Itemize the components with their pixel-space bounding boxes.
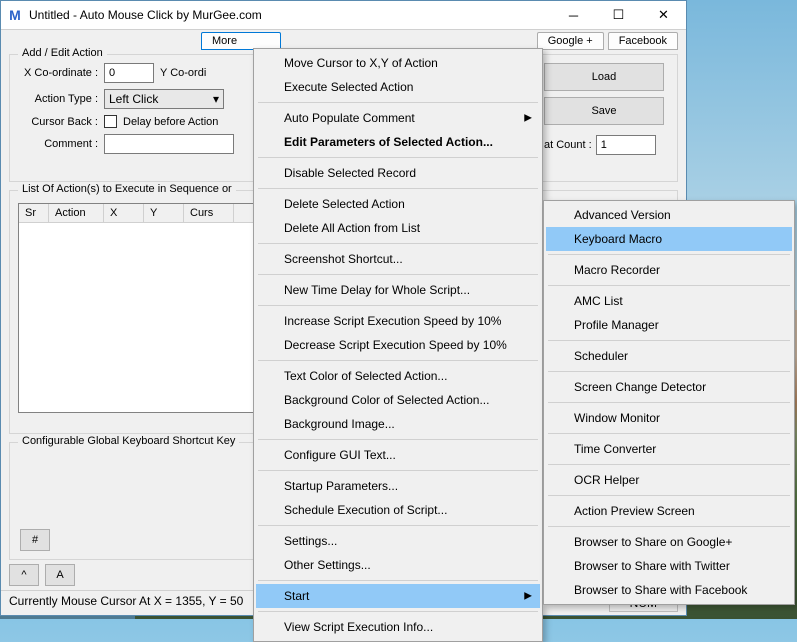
x-coord-input[interactable] (104, 63, 154, 83)
menu-separator (258, 470, 538, 471)
window-title: Untitled - Auto Mouse Click by MurGee.co… (29, 8, 551, 22)
col-sr[interactable]: Sr (19, 204, 49, 222)
status-text: Currently Mouse Cursor At X = 1355, Y = … (9, 594, 243, 612)
titlebar[interactable]: M Untitled - Auto Mouse Click by MurGee.… (1, 1, 686, 30)
start-submenu-item[interactable]: Browser to Share with Facebook (546, 578, 792, 602)
start-submenu-item[interactable]: Screen Change Detector (546, 375, 792, 399)
close-button[interactable]: ✕ (641, 1, 686, 29)
start-submenu-item[interactable]: Profile Manager (546, 313, 792, 337)
shortcut-legend: Configurable Global Keyboard Shortcut Ke… (18, 435, 239, 447)
main-menu-item[interactable]: Delete All Action from List (256, 216, 540, 240)
start-submenu-item[interactable]: OCR Helper (546, 468, 792, 492)
menu-separator (258, 188, 538, 189)
main-menu-item[interactable]: Configure GUI Text... (256, 443, 540, 467)
save-button[interactable]: Save (544, 97, 664, 125)
menu-separator (258, 305, 538, 306)
menu-separator (258, 611, 538, 612)
app-icon: M (7, 7, 23, 23)
main-menu-item[interactable]: Increase Script Execution Speed by 10% (256, 309, 540, 333)
submenu-arrow-icon: ▶ (524, 113, 532, 124)
col-y[interactable]: Y (144, 204, 184, 222)
main-menu-item[interactable]: Move Cursor to X,Y of Action (256, 51, 540, 75)
cursor-back-label: Cursor Back : (18, 116, 98, 128)
start-submenu-item[interactable]: Time Converter (546, 437, 792, 461)
maximize-button[interactable]: ☐ (596, 1, 641, 29)
repeat-count-label: at Count : (544, 139, 592, 151)
action-type-combo[interactable]: Left Click▾ (104, 89, 224, 109)
col-action[interactable]: Action (49, 204, 104, 222)
minimize-button[interactable]: ─ (551, 1, 596, 29)
col-x[interactable]: X (104, 204, 144, 222)
start-submenu-item[interactable]: Window Monitor (546, 406, 792, 430)
menu-separator (258, 102, 538, 103)
main-menu-item[interactable]: Background Image... (256, 412, 540, 436)
a-button[interactable]: A (45, 564, 75, 586)
menu-separator (258, 274, 538, 275)
menu-separator (548, 285, 790, 286)
right-column: Load Save at Count : (544, 63, 674, 155)
main-menu-item[interactable]: Startup Parameters... (256, 474, 540, 498)
main-menu-item[interactable]: Disable Selected Record (256, 161, 540, 185)
action-list-legend: List Of Action(s) to Execute in Sequence… (18, 183, 236, 195)
menu-separator (258, 439, 538, 440)
menu-separator (258, 157, 538, 158)
menu-separator (548, 495, 790, 496)
main-menu-item[interactable]: Execute Selected Action (256, 75, 540, 99)
x-coord-label: X Co-ordinate : (18, 67, 98, 79)
start-submenu-item[interactable]: Action Preview Screen (546, 499, 792, 523)
context-menu-start-submenu: Advanced VersionKeyboard Macro Macro Reco… (543, 200, 795, 605)
chevron-down-icon: ▾ (213, 92, 219, 106)
comment-input[interactable] (104, 134, 234, 154)
main-menu-item[interactable]: Start▶ (256, 584, 540, 608)
main-menu-item[interactable]: Edit Parameters of Selected Action... (256, 130, 540, 154)
menu-separator (548, 526, 790, 527)
main-menu-item[interactable]: Text Color of Selected Action... (256, 364, 540, 388)
cursor-back-checkbox[interactable] (104, 115, 117, 128)
y-coord-label: Y Co-ordi (160, 67, 206, 79)
menu-separator (258, 360, 538, 361)
menu-separator (548, 371, 790, 372)
menu-separator (548, 402, 790, 403)
main-menu-item[interactable]: Auto Populate Comment▶ (256, 106, 540, 130)
main-menu-item[interactable]: Settings... (256, 529, 540, 553)
start-submenu-item[interactable]: Browser to Share with Twitter (546, 554, 792, 578)
load-button[interactable]: Load (544, 63, 664, 91)
menu-separator (548, 254, 790, 255)
main-menu-item[interactable]: Delete Selected Action (256, 192, 540, 216)
main-menu-item[interactable]: Decrease Script Execution Speed by 10% (256, 333, 540, 357)
tab-google-plus[interactable]: Google + (537, 32, 604, 50)
menu-separator (258, 580, 538, 581)
caret-button[interactable]: ^ (9, 564, 39, 586)
submenu-arrow-icon: ▶ (524, 591, 532, 602)
action-type-label: Action Type : (18, 93, 98, 105)
comment-label: Comment : (18, 138, 98, 150)
start-submenu-item[interactable]: Advanced Version (546, 203, 792, 227)
hash-button[interactable]: # (20, 529, 50, 551)
start-submenu-item[interactable]: Keyboard Macro (546, 227, 792, 251)
menu-separator (548, 340, 790, 341)
tab-facebook[interactable]: Facebook (608, 32, 678, 50)
start-submenu-item[interactable]: Macro Recorder (546, 258, 792, 282)
start-submenu-item[interactable]: Browser to Share on Google+ (546, 530, 792, 554)
menu-separator (548, 433, 790, 434)
col-cursor[interactable]: Curs (184, 204, 234, 222)
start-submenu-item[interactable]: Scheduler (546, 344, 792, 368)
menu-separator (258, 243, 538, 244)
delay-before-label: Delay before Action (123, 116, 218, 128)
start-submenu-item[interactable]: AMC List (546, 289, 792, 313)
menu-separator (258, 525, 538, 526)
repeat-count-input[interactable] (596, 135, 656, 155)
add-edit-legend: Add / Edit Action (18, 47, 107, 59)
main-menu-item[interactable]: New Time Delay for Whole Script... (256, 278, 540, 302)
context-menu-main: Move Cursor to X,Y of ActionExecute Sele… (253, 48, 543, 642)
menu-separator (548, 464, 790, 465)
main-menu-item[interactable]: Background Color of Selected Action... (256, 388, 540, 412)
main-menu-item[interactable]: Schedule Execution of Script... (256, 498, 540, 522)
main-menu-item[interactable]: Screenshot Shortcut... (256, 247, 540, 271)
main-menu-item[interactable]: Other Settings... (256, 553, 540, 577)
